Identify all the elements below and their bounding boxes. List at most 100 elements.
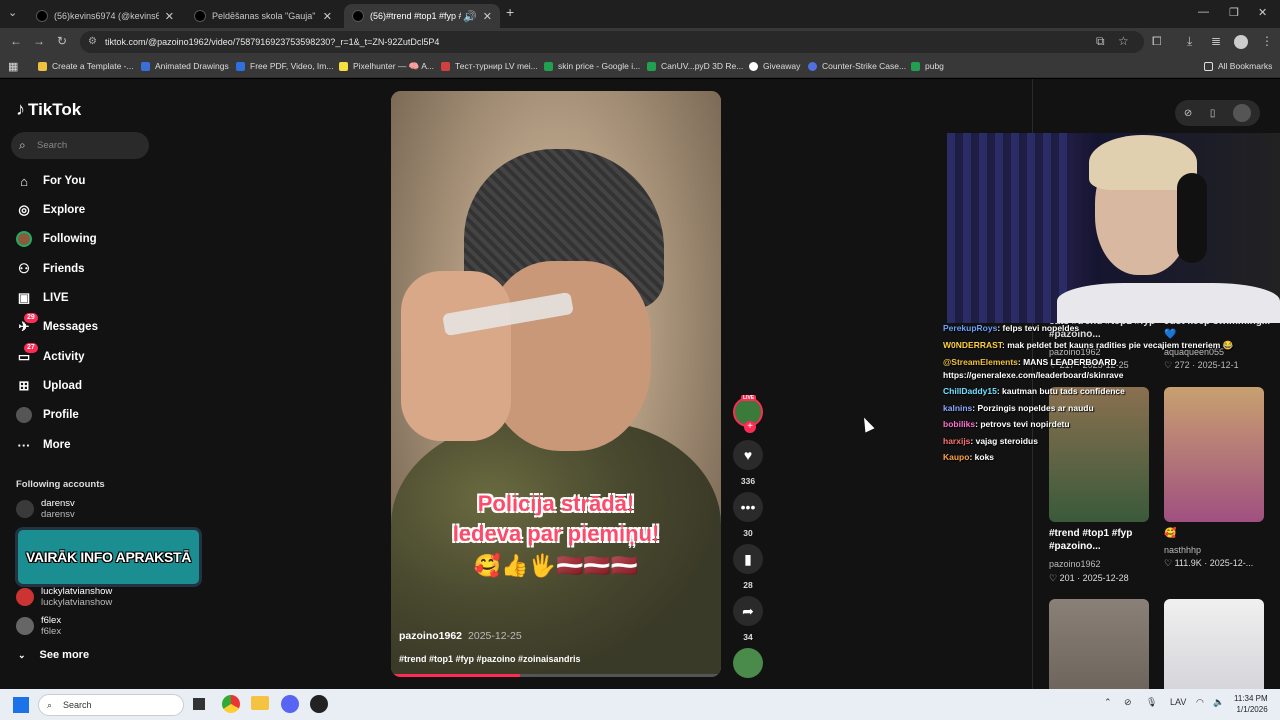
tab-title: (56)#trend #top1 #fyp #pa (370, 11, 461, 21)
video-player[interactable]: Policija strādā! Iedeva par piemiņu! 🥰👍🖐… (391, 91, 721, 677)
see-more-button[interactable]: ⌄ See more (18, 649, 89, 661)
tab-1[interactable]: (56)kevins6974 (@kevins6974) | T ✕ (28, 4, 182, 28)
windows-start-icon[interactable] (13, 697, 29, 713)
tiktok-favicon-icon (194, 10, 206, 22)
all-bookmarks[interactable]: All Bookmarks (1204, 61, 1272, 71)
apps-grid-icon[interactable]: ▦ (8, 60, 18, 73)
maximize-icon[interactable]: ❐ (1229, 6, 1239, 19)
bookmark-item[interactable]: Тест-турнир LV mei... (441, 61, 538, 71)
video-hashtags[interactable]: #trend #top1 #fyp #pazoino #zoinaisandri… (399, 654, 581, 664)
bookmark-favicon-icon (141, 61, 150, 71)
downloads-icon[interactable]: ⤓ (1187, 34, 1192, 49)
chrome-icon[interactable] (222, 695, 240, 713)
grid-card-title[interactable]: #trend #top1 #fyp #pazoino... (1049, 527, 1159, 553)
nav-friends[interactable]: ⚇ Friends (16, 261, 84, 277)
messages-icon: ✈ 29 (16, 313, 38, 335)
comment-count: 30 (743, 528, 753, 538)
address-bar[interactable]: ⚙ tiktok.com/@pazoino1962/video/75879169… (80, 31, 1144, 53)
tiktok-logo[interactable]: ♪ TikTok (16, 99, 81, 120)
bookmark-item[interactable]: Giveaway (749, 61, 800, 71)
new-tab-button[interactable]: + (506, 4, 514, 20)
forward-icon[interactable]: → (33, 34, 45, 48)
speaker-icon[interactable]: 🔊 (463, 10, 477, 23)
volume-icon[interactable]: 🔈 (1213, 697, 1224, 708)
minimize-icon[interactable]: — (1198, 6, 1209, 18)
tray-chevron-icon[interactable]: ⌃ (1104, 697, 1112, 708)
bookmark-item[interactable]: Pixelhunter — 🧠 A... (339, 61, 434, 72)
language-indicator[interactable]: LAV (1170, 697, 1186, 707)
account-f6lex[interactable]: f6lex f6lex (16, 615, 61, 637)
sound-disc[interactable] (733, 648, 763, 678)
close-tab-icon[interactable]: ✕ (165, 10, 174, 23)
profile-avatar[interactable] (1234, 35, 1248, 49)
taskbar-search[interactable]: ⌕ Search (38, 694, 184, 716)
tab-3-active[interactable]: (56)#trend #top1 #fyp #pa 🔊 ✕ (344, 4, 500, 28)
site-info-icon[interactable]: ⚙ (88, 31, 97, 53)
grid-card-author[interactable]: nasthhhp (1164, 545, 1201, 555)
microphone-icon[interactable]: 🎙 (1146, 697, 1157, 708)
coins-icon[interactable]: ⊘ (1184, 108, 1192, 119)
video-author-line: pazoino1962 2025-12-25 (399, 630, 522, 642)
search-input[interactable]: ⌕ Search (11, 132, 149, 159)
nav-activity[interactable]: ▭ 27 Activity (16, 343, 85, 365)
task-view-icon[interactable] (193, 698, 205, 710)
save-button[interactable]: ▮ 28 (733, 544, 763, 590)
device-icon[interactable]: ▯ (1210, 108, 1216, 119)
bookmark-item[interactable]: Counter-Strike Case... (808, 61, 906, 71)
messages-badge: 29 (24, 313, 38, 323)
bookmark-item[interactable]: skin price - Google i... (544, 61, 640, 71)
nav-more[interactable]: ··· More (16, 437, 71, 453)
grid-video-thumb[interactable] (1049, 599, 1149, 689)
avatar[interactable] (1233, 104, 1252, 122)
tab-2[interactable]: Peldēšanas skola "Gauja" 🏊 (I ✕ (186, 4, 340, 28)
discord-icon[interactable] (281, 695, 299, 713)
app-icon[interactable] (310, 695, 328, 713)
grid-video-thumb[interactable] (1164, 599, 1264, 689)
grid-video-thumb[interactable] (1164, 387, 1264, 522)
extensions-icon[interactable]: ⧠ (1152, 34, 1162, 49)
wifi-icon[interactable]: ◠ (1196, 697, 1204, 708)
upload-icon: ⊞ (18, 378, 30, 393)
nav-profile[interactable]: Profile (16, 407, 79, 423)
nav-for-you[interactable]: ⌂ For You (16, 173, 85, 189)
close-tab-icon[interactable]: ✕ (323, 10, 332, 23)
nav-upload[interactable]: ⊞ Upload (16, 378, 82, 394)
account-darensv[interactable]: darensv darensv (16, 498, 75, 520)
friends-icon: ⚇ (18, 261, 30, 276)
reload-icon[interactable]: ↻ (57, 34, 67, 48)
share-button[interactable]: ➦ 34 (733, 596, 763, 642)
bookmark-item[interactable]: CanUV...pyD 3D Re... (647, 61, 743, 71)
heart-icon: ♥ (733, 440, 763, 470)
video-author[interactable]: pazoino1962 (399, 630, 462, 642)
nav-following[interactable]: Following (16, 231, 97, 247)
video-progress-bar[interactable] (391, 674, 721, 677)
install-app-icon[interactable]: ⧉ (1096, 34, 1105, 49)
file-explorer-icon[interactable] (251, 696, 269, 710)
top-right-controls: ⊘ ▯ (1175, 100, 1260, 126)
creator-live-avatar[interactable]: LIVE + (733, 395, 763, 433)
menu-kebab-icon[interactable]: ⋮ (1261, 34, 1273, 48)
nav-live[interactable]: ▣ LIVE (16, 290, 69, 306)
close-tab-icon[interactable]: ✕ (483, 10, 492, 23)
clock[interactable]: 11:34 PM 1/1/2026 (1234, 693, 1268, 715)
comment-icon: ••• (733, 492, 763, 522)
network-icon[interactable]: ⊘ (1124, 697, 1132, 708)
like-button[interactable]: ♥ 336 (733, 440, 763, 486)
back-icon[interactable]: ← (10, 34, 22, 48)
nav-messages[interactable]: ✈ 29 Messages (16, 313, 98, 335)
grid-card-author[interactable]: pazoino1962 (1049, 559, 1101, 569)
follow-plus-icon[interactable]: + (744, 421, 756, 433)
comment-button[interactable]: ••• 30 (733, 492, 763, 538)
bookmark-item[interactable]: Animated Drawings (141, 61, 229, 71)
bookmark-star-icon[interactable]: ☆ (1118, 34, 1129, 48)
tab-search-icon[interactable]: ⌄ (8, 6, 17, 19)
reading-list-icon[interactable]: ≣ (1211, 34, 1221, 48)
grid-card-title[interactable]: 🥰 (1164, 527, 1274, 540)
bookmark-item[interactable]: Free PDF, Video, Im... (236, 61, 333, 71)
bookmarks-bar: ▦ Create a Template -... Animated Drawin… (0, 56, 1280, 78)
account-luckylatvianshow[interactable]: luckylatvianshow luckylatvianshow (16, 586, 112, 608)
close-window-icon[interactable]: ✕ (1258, 6, 1267, 19)
nav-explore[interactable]: ◎ Explore (16, 202, 85, 218)
bookmark-item[interactable]: Create a Template -... (38, 61, 134, 71)
bookmark-item[interactable]: pubg (911, 61, 944, 71)
